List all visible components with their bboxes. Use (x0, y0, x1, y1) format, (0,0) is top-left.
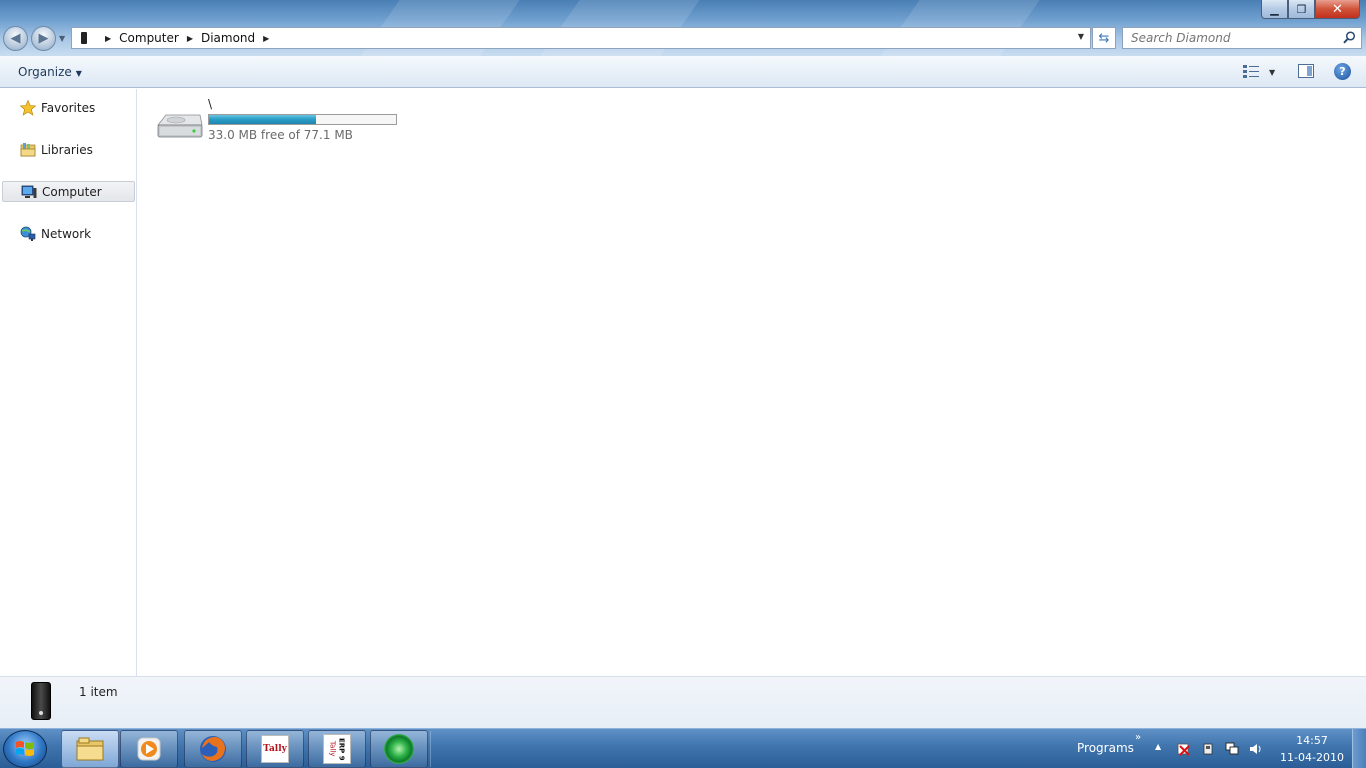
start-button[interactable] (3, 730, 47, 768)
search-icon[interactable] (1343, 31, 1356, 44)
taskbar: Tally Tally ERP 9 Programs » ▲ 14:57 11-… (0, 728, 1366, 768)
refresh-icon: ⇆ (1098, 30, 1110, 46)
nav-item-label: Computer (42, 184, 102, 199)
taskbar-green-app-button[interactable] (370, 730, 428, 768)
organize-label: Organize (18, 65, 72, 79)
nav-item-network[interactable]: Network (2, 223, 135, 244)
close-button[interactable]: ✕ (1315, 0, 1360, 19)
nav-item-computer[interactable]: Computer (2, 181, 135, 202)
command-bar: Organize ▼ ▼ ? (0, 56, 1366, 88)
windows-logo-icon (16, 741, 34, 756)
device-icon (31, 682, 51, 720)
window-controls: ▁ ❐ ✕ (1261, 0, 1360, 19)
nav-item-label: Network (41, 226, 92, 241)
drive-usage-bar (208, 114, 397, 125)
item-count: 1 item (79, 685, 118, 699)
network-tray-icon[interactable] (1225, 742, 1239, 756)
views-icon (1243, 65, 1259, 78)
search-input[interactable] (1131, 29, 1331, 47)
minimize-icon: ▁ (1270, 2, 1279, 16)
green-app-icon (384, 734, 414, 764)
preview-pane-button[interactable] (1298, 64, 1314, 78)
arrow-left-icon: ◀ (10, 31, 21, 46)
details-pane: 1 item (0, 676, 1366, 728)
close-icon: ✕ (1332, 1, 1343, 17)
window-titlebar: ▁ ❐ ✕ ◀ ▶ ▼ ▶ Computer ▶ Diamond ▶ ▼ ⇆ (0, 0, 1366, 56)
show-desktop-button[interactable] (1352, 729, 1366, 768)
media-player-icon (137, 737, 161, 761)
breadcrumb-chevron-icon[interactable]: ▶ (105, 34, 111, 43)
search-box[interactable] (1122, 27, 1362, 49)
clock-date[interactable]: 11-04-2010 (1280, 751, 1344, 764)
taskbar-media-player-button[interactable] (120, 730, 178, 768)
hard-drive-icon (157, 114, 203, 138)
nav-item-label: Favorites (41, 100, 96, 115)
refresh-button[interactable]: ⇆ (1092, 27, 1116, 49)
navigation-pane: Favorites Libraries Computer Network (0, 89, 137, 676)
breadcrumb-computer[interactable]: Computer (119, 31, 179, 45)
restore-button[interactable]: ❐ (1288, 0, 1315, 19)
help-button[interactable]: ? (1334, 63, 1351, 80)
firefox-icon (200, 736, 226, 762)
forward-button[interactable]: ▶ (31, 26, 56, 51)
help-icon: ? (1339, 65, 1346, 78)
tally-icon: Tally (261, 735, 289, 763)
drive-usage-fill (209, 115, 316, 124)
usb-device-icon[interactable] (1201, 742, 1215, 756)
tally-icon-label: Tally (263, 744, 287, 754)
drive-name: \ (208, 97, 213, 111)
arrow-right-icon: ▶ (38, 31, 49, 46)
volume-icon[interactable] (1249, 742, 1263, 756)
drive-tile[interactable]: \ 33.0 MB free of 77.1 MB (156, 97, 401, 145)
double-chevron-icon[interactable]: » (1135, 732, 1141, 743)
clock-time[interactable]: 14:57 (1285, 734, 1339, 747)
folder-icon (76, 737, 104, 761)
star-icon (20, 99, 36, 116)
programs-toolbar[interactable]: Programs (1077, 741, 1134, 755)
nav-item-label: Libraries (41, 142, 93, 157)
libraries-icon (20, 142, 36, 156)
tally-erp-label: ERP 9 (337, 737, 346, 761)
taskbar-divider (430, 731, 431, 767)
show-hidden-icons-button[interactable]: ▲ (1155, 742, 1161, 751)
taskbar-tally-button[interactable]: Tally (246, 730, 304, 768)
address-bar[interactable]: ▶ Computer ▶ Diamond ▶ ▼ (71, 27, 1091, 49)
recent-pages-button[interactable]: ▼ (59, 34, 65, 43)
network-icon (20, 226, 36, 241)
chevron-down-icon: ▼ (1269, 67, 1276, 77)
breadcrumb-chevron-icon[interactable]: ▶ (187, 34, 193, 43)
tally-erp-icon: Tally ERP 9 (323, 734, 351, 764)
drive-icon (81, 32, 87, 44)
nav-item-libraries[interactable]: Libraries (2, 139, 135, 160)
computer-icon (21, 185, 37, 198)
change-view-button[interactable]: ▼ (1243, 65, 1275, 79)
taskbar-firefox-button[interactable] (184, 730, 242, 768)
taskbar-tally-erp-button[interactable]: Tally ERP 9 (308, 730, 366, 768)
breadcrumb-chevron-icon[interactable]: ▶ (263, 34, 269, 43)
taskbar-explorer-button[interactable] (61, 730, 119, 768)
address-dropdown-icon[interactable]: ▼ (1078, 32, 1084, 41)
minimize-button[interactable]: ▁ (1261, 0, 1288, 19)
nav-item-favorites[interactable]: Favorites (2, 97, 135, 118)
action-center-icon[interactable] (1177, 742, 1191, 756)
drive-free-space: 33.0 MB free of 77.1 MB (208, 128, 353, 142)
restore-icon: ❐ (1296, 2, 1307, 16)
tally-erp-brand: Tally (328, 741, 337, 757)
chevron-down-icon: ▼ (75, 69, 82, 78)
file-list: \ 33.0 MB free of 77.1 MB (138, 89, 1366, 676)
back-button[interactable]: ◀ (3, 26, 28, 51)
breadcrumb-diamond[interactable]: Diamond (201, 31, 255, 45)
organize-button[interactable]: Organize ▼ (18, 65, 82, 79)
